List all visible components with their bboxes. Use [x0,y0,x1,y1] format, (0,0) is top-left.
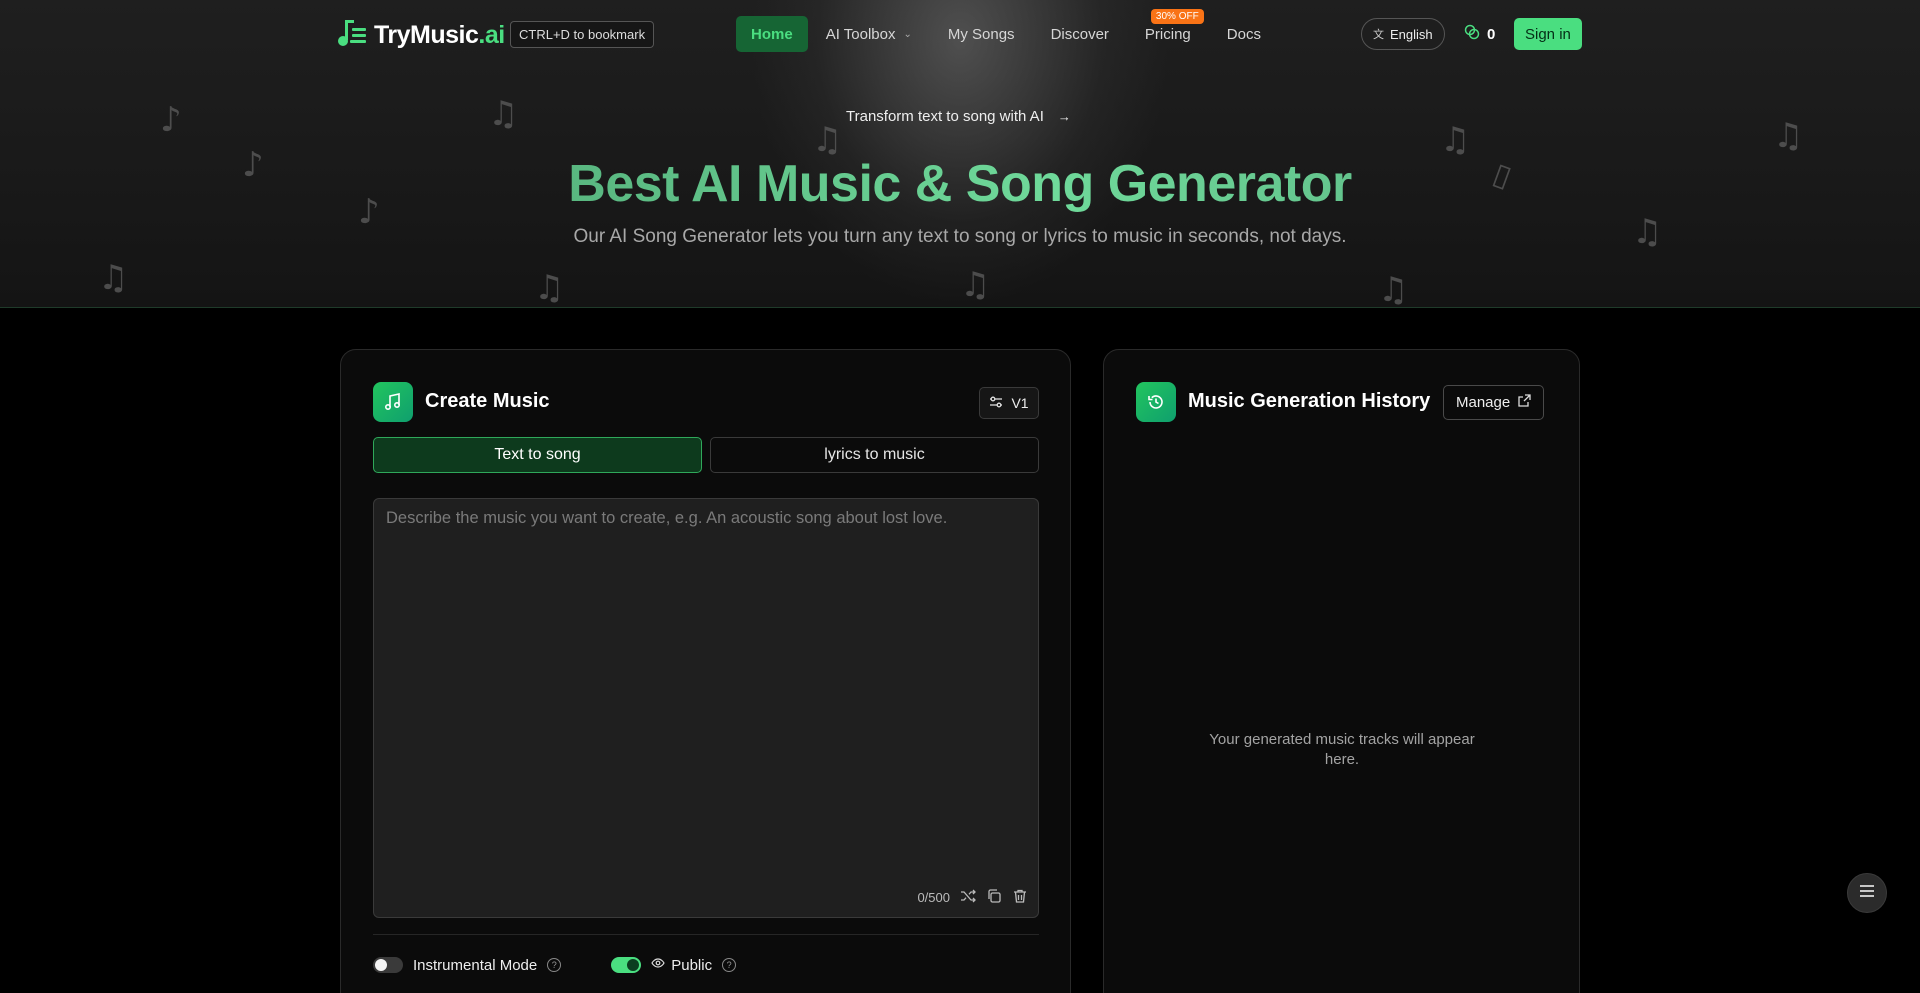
nav-pricing-label: Pricing [1144,25,1191,43]
eye-icon [651,956,665,974]
nav-discover-label: Discover [1050,25,1109,43]
nav-home[interactable]: Home [736,16,808,52]
language-selector[interactable]: 文 English [1361,18,1445,50]
music-note-decoration: ♫ [488,94,519,134]
bookmark-hint: CTRL+D to bookmark [510,21,655,48]
music-list-logo-icon [336,18,368,53]
music-description-input[interactable] [374,499,1038,917]
chevron-down-icon: ⌄ [903,28,912,40]
credits-value: 0 [1487,25,1496,43]
menu-button[interactable] [1847,873,1887,913]
toggle-knob [375,959,387,971]
credits-counter[interactable]: 0 [1464,24,1495,44]
sign-in-button[interactable]: Sign in [1514,18,1582,50]
brand-name-prefix: TryMusic [374,21,479,49]
model-version-button[interactable]: V1 [979,387,1039,419]
hero-title: Best AI Music & Song Generator [0,154,1920,214]
nav-ai-toolbox-label: AI Toolbox [825,25,896,43]
tab-text-to-song[interactable]: Text to song [373,437,702,473]
history-card: Music Generation History Manage Your gen… [1103,349,1580,993]
tab-lyrics-to-music[interactable]: lyrics to music [710,437,1039,473]
generation-options: Instrumental Mode ? Public ? [373,956,737,974]
music-note-decoration: ♫ [1773,116,1804,156]
public-label: Public [671,956,713,974]
hero-tagline-link[interactable]: Transform text to song with AI → [846,108,1071,125]
coins-icon [1464,24,1480,44]
arrow-right-icon: → [1057,109,1071,124]
manage-label: Manage [1456,394,1511,411]
instrumental-mode-toggle[interactable] [373,957,403,973]
help-icon[interactable]: ? [547,958,562,972]
hamburger-menu-icon [1859,884,1875,903]
top-navbar: TryMusic.ai CTRL+D to bookmark Home AI T… [0,0,1920,68]
prompt-box: 0/500 [373,498,1039,918]
nav-my-songs[interactable]: My Songs [930,16,1033,52]
prompt-tools: 0/500 [917,888,1028,907]
shuffle-icon[interactable] [960,888,976,907]
nav-my-songs-label: My Songs [947,25,1015,43]
nav-links: Home AI Toolbox ⌄ My Songs Discover Pric… [736,9,1279,52]
brand-name-suffix: .ai [478,21,505,49]
history-icon [1136,382,1176,422]
brand-logo[interactable]: TryMusic.ai [336,18,505,53]
manage-button[interactable]: Manage [1443,385,1545,420]
history-title: Music Generation History [1188,390,1431,412]
public-toggle[interactable] [611,957,642,973]
nav-docs[interactable]: Docs [1209,16,1279,52]
nav-home-label: Home [751,25,793,43]
create-music-card: Create Music V1 Text to song lyrics to m… [340,349,1071,993]
history-empty-message: Your generated music tracks will appear … [1209,731,1475,768]
music-note-icon [373,382,413,422]
model-version-label: V1 [1011,395,1029,411]
external-link-icon [1518,394,1531,411]
help-icon[interactable]: ? [722,958,737,972]
music-note-decoration: ♫ [960,265,991,305]
nav-ai-toolbox[interactable]: AI Toolbox ⌄ [808,16,930,52]
nav-docs-label: Docs [1226,25,1261,43]
language-label: English [1390,26,1433,42]
discount-badge: 30% OFF [1150,9,1204,24]
hero-subtitle: Our AI Song Generator lets you turn any … [573,226,1347,247]
music-note-decoration: ♫ [534,268,565,308]
toggle-knob [627,959,640,971]
translate-icon: 文 [1373,29,1384,41]
divider [373,934,1039,935]
trash-icon[interactable] [1012,888,1028,907]
nav-pricing[interactable]: Pricing 30% OFF [1127,9,1209,52]
hero-tagline-text: Transform text to song with AI [846,108,1044,125]
brand-name: TryMusic.ai [374,21,505,50]
instrumental-mode-label: Instrumental Mode [413,956,538,974]
create-music-title: Create Music [425,390,550,412]
music-note-decoration: ♪ [160,100,182,140]
music-note-decoration: ♫ [1378,270,1409,308]
copy-icon[interactable] [986,888,1002,907]
character-count: 0/500 [917,890,950,905]
music-note-decoration: ♫ [98,258,129,298]
nav-discover[interactable]: Discover [1033,16,1127,52]
sliders-icon [989,395,1003,412]
